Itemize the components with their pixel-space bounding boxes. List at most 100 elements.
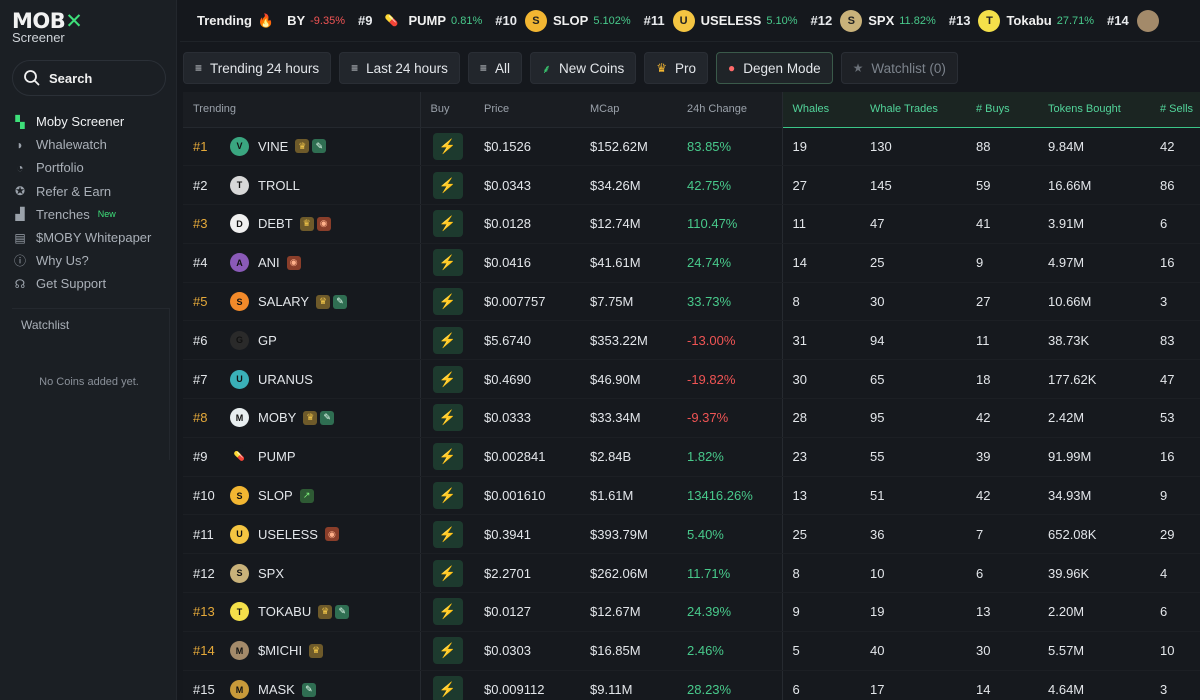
- sidebar-item-portfolio[interactable]: ◔ Portfolio: [12, 156, 172, 179]
- lightning-icon: ⚡: [438, 331, 457, 348]
- table-row[interactable]: #8 M MOBY ♛ ✎ ⚡ $0.0333 $33.34M -9.37% 28 95 42 2.42…: [183, 398, 1200, 438]
- trending-ticker: Trending 🔥 BY -9.35% #9 💊 PUMP 0.81% #10 S SLOP 5…: [180, 0, 1200, 42]
- sort-icon: ≡: [195, 61, 203, 75]
- buy-button[interactable]: ⚡: [432, 249, 463, 277]
- table-row[interactable]: #5 S SALARY ♛ ✎ ⚡ $0.007757 $7.75M 33.73% 8 30 27 10…: [183, 282, 1200, 322]
- coin-logo-icon: U: [672, 9, 695, 32]
- ticker-rank: #12: [810, 13, 833, 28]
- buy-button[interactable]: ⚡: [432, 520, 463, 548]
- price-cell: $0.001610: [474, 476, 580, 516]
- table-row[interactable]: #14 M $MICHI ♛ ⚡ $0.0303 $16.85M 2.46% 5 40 30 5.57…: [183, 631, 1200, 671]
- table-row[interactable]: #2 T TROLL ⚡ $0.0343 $34.26M 42.75% 27 145 59 16.6…: [183, 165, 1200, 206]
- filter-degen-mode-button[interactable]: ● Degen Mode: [716, 52, 833, 84]
- coin-name[interactable]: USELESS: [258, 527, 318, 542]
- buy-button[interactable]: ⚡: [432, 171, 463, 199]
- coin-name[interactable]: SPX: [258, 566, 284, 581]
- table-row[interactable]: #11 U USELESS ◉ ⚡ $0.3941 $393.79M 5.40% 25 36 7 65…: [183, 514, 1200, 555]
- coin-cell: #8 M MOBY ♛ ✎: [183, 398, 421, 438]
- coin-name[interactable]: ANI: [258, 255, 280, 270]
- moby-logo[interactable]: MOB✕ Screener: [12, 11, 83, 45]
- filter-watchlist-0-button[interactable]: ★ Watchlist (0): [840, 52, 958, 84]
- column-header-buys[interactable]: # Buys: [966, 92, 1038, 128]
- price-cell: $0.009112: [474, 670, 580, 700]
- buys-cell: 6: [966, 553, 1038, 594]
- coin-name[interactable]: SALARY: [258, 294, 309, 309]
- coin-name[interactable]: $MICHI: [258, 643, 302, 658]
- tokens-cell: 2.42M: [1038, 398, 1150, 438]
- table-row[interactable]: #9 💊 PUMP ⚡ $0.002841 $2.84B 1.82% 23 55 39 91.99M…: [183, 437, 1200, 477]
- pill-icon: ✎: [301, 682, 316, 697]
- filter-last-24-hours-button[interactable]: ≡ Last 24 hours: [339, 52, 460, 84]
- table-row[interactable]: #12 S SPX ⚡ $2.2701 $262.06M 11.71% 8 10 6 39.96K 4: [183, 553, 1200, 594]
- table-row[interactable]: #13 T TOKABU ♛ ✎ ⚡ $0.0127 $12.67M 24.39% 9 19 13 2.…: [183, 592, 1200, 632]
- ticker-item[interactable]: #14: [1107, 9, 1165, 32]
- coin-name[interactable]: DEBT: [258, 216, 293, 231]
- buy-button[interactable]: ⚡: [432, 443, 463, 471]
- buy-button[interactable]: ⚡: [432, 559, 463, 587]
- coin-name[interactable]: TOKABU: [258, 604, 311, 619]
- column-header-sells[interactable]: # Sells: [1150, 92, 1200, 128]
- buy-button[interactable]: ⚡: [432, 598, 463, 626]
- coin-name[interactable]: VINE: [258, 139, 288, 154]
- filter-pro-button[interactable]: ♛ Pro: [644, 52, 709, 84]
- sells-cell: 3: [1150, 282, 1200, 322]
- mcap-cell: $34.26M: [580, 165, 677, 206]
- table-row[interactable]: #15 M MASK ✎ ⚡ $0.009112 $9.11M 28.23% 6 17 14 4.64…: [183, 670, 1200, 700]
- ticker-item[interactable]: #10 S SLOP 5.102%: [495, 9, 631, 32]
- coin-name[interactable]: SLOP: [258, 488, 293, 503]
- table-row[interactable]: #4 A ANI ◉ ⚡ $0.0416 $41.61M 24.74% 14 25 9 4.97M 16: [183, 243, 1200, 283]
- ticker-item[interactable]: #12 S SPX 11.82%: [810, 9, 936, 32]
- buy-button[interactable]: ⚡: [432, 365, 463, 393]
- table-row[interactable]: #7 U URANUS ⚡ $0.4690 $46.90M -19.82% 30 65 18 177…: [183, 359, 1200, 400]
- sells-cell: 10: [1150, 631, 1200, 671]
- buy-button[interactable]: ⚡: [432, 482, 463, 510]
- buy-button[interactable]: ⚡: [432, 637, 463, 665]
- sidebar-item-label: Portfolio: [36, 160, 84, 176]
- column-header-24h-change[interactable]: 24h Change: [677, 92, 783, 128]
- column-header-tokens-bought[interactable]: Tokens Bought: [1038, 92, 1150, 128]
- column-header-whale-trades[interactable]: Whale Trades: [860, 92, 966, 128]
- sidebar-item-moby-whitepaper[interactable]: ▤ $MOBY Whitepaper: [12, 226, 172, 249]
- ticker-item[interactable]: #13 T Tokabu 27.71%: [949, 9, 1094, 32]
- coin-name[interactable]: GP: [258, 333, 277, 348]
- coin-info: #10 S SLOP ↗: [193, 486, 314, 506]
- ticker-change: -9.35%: [310, 14, 345, 27]
- mcap-cell: $12.67M: [580, 592, 677, 632]
- filter-all-button[interactable]: ≡ All: [467, 52, 522, 84]
- sells-cell: 47: [1150, 359, 1200, 400]
- tokens-cell: 34.93M: [1038, 476, 1150, 516]
- sidebar-item-refer-earn[interactable]: ✪ Refer & Earn: [12, 180, 172, 203]
- table-row[interactable]: #6 G GP ⚡ $5.6740 $353.22M -13.00% 31 94 11 38.73K…: [183, 320, 1200, 361]
- column-header-whales[interactable]: Whales: [782, 92, 860, 128]
- coin-cell: #11 U USELESS ◉: [183, 514, 421, 555]
- search-button[interactable]: Search: [12, 60, 166, 96]
- column-header-buy[interactable]: Buy: [420, 92, 474, 128]
- filter-trending-24-hours-button[interactable]: ≡ Trending 24 hours: [183, 52, 332, 84]
- coin-name[interactable]: TROLL: [258, 178, 300, 193]
- sidebar-item-why-us[interactable]: ⓘ Why Us?: [12, 249, 172, 272]
- buy-button[interactable]: ⚡: [432, 676, 463, 700]
- filter-new-coins-button[interactable]: ⸙ New Coins: [529, 52, 637, 84]
- sidebar-item-trenches[interactable]: ▟ Trenches New: [12, 203, 172, 226]
- buy-button[interactable]: ⚡: [432, 326, 463, 354]
- ticker-item[interactable]: #9 💊 PUMP 0.81%: [358, 10, 482, 32]
- column-header-price[interactable]: Price: [474, 92, 580, 128]
- buy-button[interactable]: ⚡: [432, 132, 463, 160]
- sidebar-item-get-support[interactable]: ☊ Get Support: [12, 272, 172, 295]
- buy-button[interactable]: ⚡: [432, 404, 463, 432]
- coin-name[interactable]: URANUS: [258, 372, 313, 387]
- coin-name[interactable]: MASK: [258, 682, 295, 697]
- sidebar-item-moby-screener[interactable]: ▚ Moby Screener: [12, 110, 172, 133]
- buy-button[interactable]: ⚡: [432, 210, 463, 238]
- column-header-trending[interactable]: Trending: [183, 92, 421, 128]
- table-row[interactable]: #10 S SLOP ↗ ⚡ $0.001610 $1.61M 13416.26% 13 51 42…: [183, 476, 1200, 516]
- column-header-mcap[interactable]: MCap: [580, 92, 677, 128]
- coin-name[interactable]: MOBY: [258, 410, 296, 425]
- buy-button[interactable]: ⚡: [432, 288, 463, 316]
- ticker-item[interactable]: BY -9.35%: [287, 13, 345, 28]
- table-row[interactable]: #1 V VINE ♛ ✎ ⚡ $0.1526 $152.62M 83.85% 19 130 88 9.…: [183, 127, 1200, 167]
- sidebar-item-whalewatch[interactable]: ◗ Whalewatch: [12, 133, 172, 156]
- coin-name[interactable]: PUMP: [258, 449, 296, 464]
- ticker-item[interactable]: #11 U USELESS 5.10%: [644, 9, 798, 32]
- table-row[interactable]: #3 D DEBT ♛ ◉ ⚡ $0.0128 $12.74M 110.47% 11 47 41 3.9…: [183, 204, 1200, 244]
